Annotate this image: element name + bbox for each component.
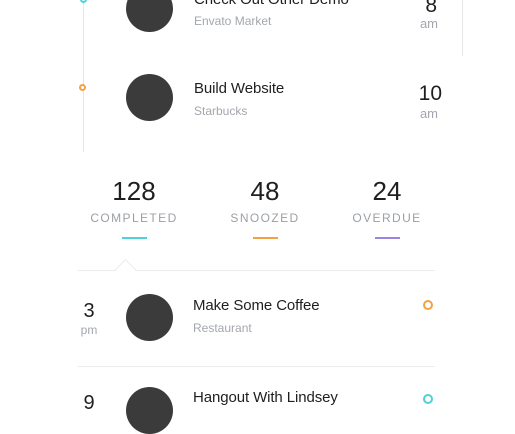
avatar[interactable]	[126, 74, 173, 121]
task-title[interactable]: Build Website	[194, 80, 284, 97]
timeline-dot	[79, 84, 86, 91]
timeline-line	[83, 0, 84, 152]
task-subtitle: Envato Market	[194, 14, 272, 28]
task-time: 10	[418, 82, 442, 105]
stat-label: SNOOZED	[230, 211, 300, 225]
task-time-period: am	[419, 16, 438, 31]
stat-value: 128	[112, 176, 156, 206]
list-item-title[interactable]: Make Some Coffee	[193, 297, 320, 314]
list-item-subtitle: Restaurant	[193, 321, 252, 335]
task-time-period: am	[419, 106, 438, 121]
stat-label: COMPLETED	[90, 211, 178, 225]
status-dot	[423, 300, 433, 310]
timeline-dot	[80, 0, 87, 3]
stat-indicator	[121, 237, 147, 239]
stat-completed[interactable]: 128 COMPLETED	[74, 176, 194, 239]
list-item-title[interactable]: Hangout With Lindsey	[193, 389, 338, 406]
avatar[interactable]	[126, 0, 173, 32]
stat-value: 24	[372, 176, 402, 206]
stat-indicator	[252, 237, 278, 239]
stat-snoozed[interactable]: 48 SNOOZED	[205, 176, 325, 239]
avatar[interactable]	[126, 294, 173, 341]
list-time-period: pm	[80, 323, 98, 337]
stat-indicator	[374, 237, 400, 239]
task-title[interactable]: Check Out Other Demo	[194, 0, 349, 8]
avatar[interactable]	[126, 387, 173, 434]
list-divider	[78, 366, 435, 367]
task-subtitle: Starbucks	[194, 104, 248, 118]
list-time: 3	[83, 300, 95, 322]
active-tab-caret	[114, 258, 137, 281]
list-time: 9	[83, 392, 95, 414]
timeline-right-line	[462, 0, 463, 56]
stat-value: 48	[250, 176, 280, 206]
stat-overdue[interactable]: 24 OVERDUE	[327, 176, 447, 239]
stat-label: OVERDUE	[352, 211, 422, 225]
